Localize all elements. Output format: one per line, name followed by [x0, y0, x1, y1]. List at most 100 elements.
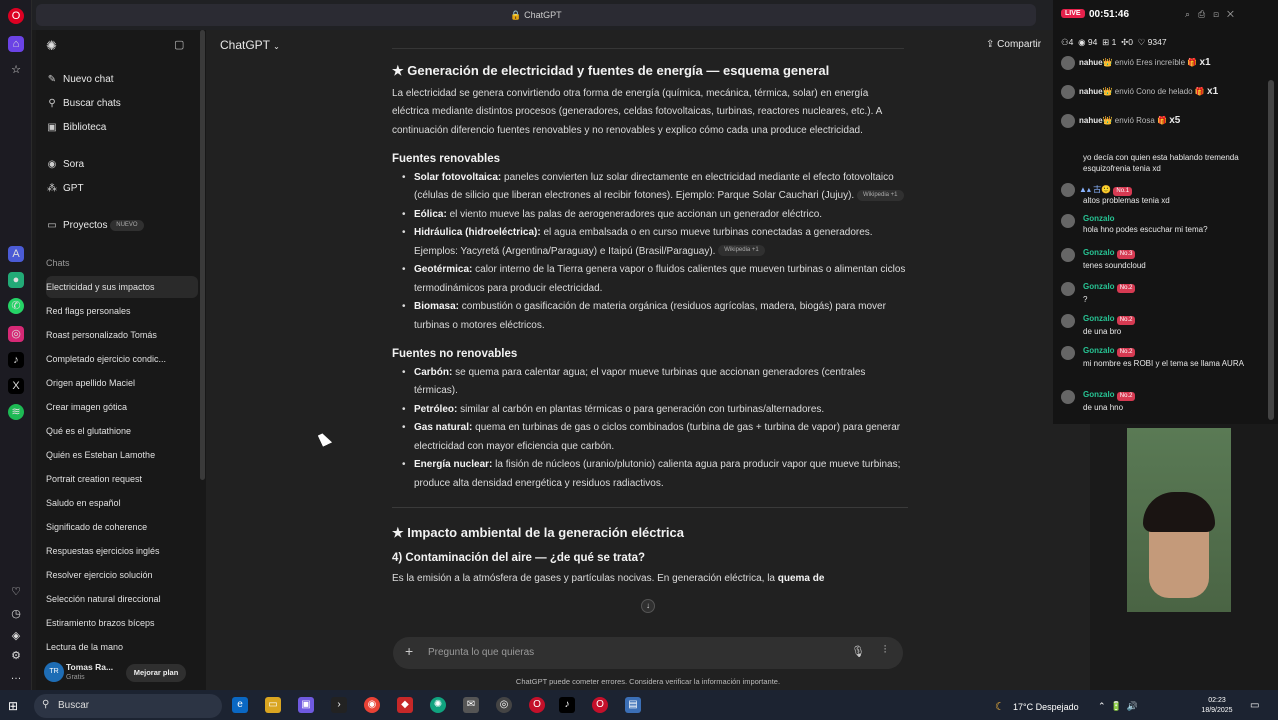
item-term: Energía nuclear:: [414, 459, 493, 470]
file-explorer-icon[interactable]: ▭: [265, 697, 281, 713]
app-icon[interactable]: ◆: [397, 697, 413, 713]
microphone-icon[interactable]: 🎙: [851, 645, 865, 658]
opera-icon[interactable]: O: [529, 697, 545, 713]
renewable-item: Eólica: el viento mueve las palas de aer…: [392, 206, 908, 225]
share-button[interactable]: ⇪ Compartir: [986, 39, 1041, 50]
chatgpt-icon[interactable]: ✺: [430, 697, 446, 713]
gift-icon: ⊞: [1102, 37, 1110, 47]
chat-history-item[interactable]: Resolver ejercicio solución: [46, 564, 198, 586]
library-icon: ▣: [47, 122, 57, 133]
app-icon[interactable]: ◎: [496, 697, 512, 713]
avatar: [1061, 85, 1075, 99]
composer[interactable]: + Pregunta lo que quieras 🎙 ⫶: [393, 637, 903, 669]
opera-logo-icon[interactable]: O: [8, 8, 24, 24]
star-icon[interactable]: ☆: [8, 62, 24, 78]
notifications-icon[interactable]: ▭: [1250, 700, 1259, 711]
new-chat-button[interactable]: ✎ Nuevo chat: [46, 70, 114, 90]
edge-icon[interactable]: e: [232, 697, 248, 713]
chat-history-item[interactable]: Portrait creation request: [46, 468, 198, 490]
stat-value: 4: [1068, 37, 1074, 47]
viewers-icon: ⚇: [1061, 37, 1069, 47]
library-button[interactable]: ▣ Biblioteca: [46, 118, 106, 138]
chat-history-item[interactable]: Quién es Esteban Lamothe: [46, 444, 198, 466]
chat-history-item[interactable]: Qué es el glutathione: [46, 420, 198, 442]
windows-start-icon[interactable]: ⊞: [8, 699, 18, 713]
toggle-sidebar-icon[interactable]: ▢: [174, 38, 184, 51]
source-chip[interactable]: Wikipedia +1: [857, 189, 904, 201]
edit-icon: ✎: [47, 74, 57, 85]
username: Gonzalo: [1083, 314, 1115, 323]
voice-mode-icon[interactable]: ⫶: [875, 644, 895, 662]
weather-widget[interactable]: 17°C Despejado: [1013, 702, 1079, 712]
store-icon[interactable]: ▣: [298, 697, 314, 713]
system-tray[interactable]: ⌃🔋🔊: [1098, 701, 1143, 712]
scroll-down-icon[interactable]: ↓: [641, 599, 655, 613]
mail-icon[interactable]: ✉: [463, 697, 479, 713]
chat-history-item[interactable]: Respuestas ejercicios inglés: [46, 540, 198, 562]
taskbar-search[interactable]: ⚲ Buscar: [34, 694, 222, 718]
tiktok-icon[interactable]: ♪: [559, 697, 575, 713]
avatar[interactable]: TR: [44, 662, 64, 682]
prompt-input[interactable]: Pregunta lo que quieras: [428, 647, 534, 658]
time: 02:23: [1208, 697, 1226, 704]
opera-gx-icon[interactable]: O: [592, 697, 608, 713]
user-name[interactable]: Tomas Ra...: [66, 662, 113, 672]
chat-history-item[interactable]: Roast personalizado Tomás: [46, 324, 198, 346]
chat-message-text: de una bro: [1083, 327, 1122, 336]
model-name: ChatGPT: [220, 38, 270, 52]
x-icon[interactable]: X: [8, 378, 24, 394]
cube-icon[interactable]: ◈: [8, 628, 24, 644]
chat-history-item[interactable]: Lectura de la mano: [46, 636, 198, 658]
last-bold: quema de: [777, 573, 825, 584]
nonrenewables-list: Carbón: se quema para calentar agua; el …: [392, 364, 908, 494]
rank-badge: No.2: [1116, 348, 1136, 357]
more-icon[interactable]: …: [8, 668, 24, 684]
live-controls[interactable]: ⌕⎙⊡✕: [1185, 9, 1242, 20]
username: nahue👑: [1079, 116, 1113, 126]
history-icon[interactable]: ◷: [8, 606, 24, 622]
upgrade-plan-button[interactable]: Mejorar plan: [126, 664, 186, 682]
tiktok-icon[interactable]: ♪: [8, 352, 24, 368]
chat-history-item[interactable]: Red flags personales: [46, 300, 198, 322]
chat-history-item[interactable]: Origen apellido Maciel: [46, 372, 198, 394]
intro-paragraph: La electricidad se genera convirtiendo o…: [392, 87, 882, 136]
avatar: [1061, 314, 1075, 328]
chat-history-item[interactable]: Saludo en español: [46, 492, 198, 514]
whatsapp-icon[interactable]: ✆: [8, 298, 24, 314]
stat-value: 94: [1087, 37, 1098, 47]
source-chip[interactable]: Wikipedia +1: [718, 245, 765, 257]
messenger-icon[interactable]: ●: [8, 272, 24, 288]
chat-history-item[interactable]: Crear imagen gótica: [46, 396, 198, 418]
chrome-icon[interactable]: ◉: [364, 697, 380, 713]
openai-logo-icon[interactable]: ✺: [46, 38, 57, 54]
address-bar[interactable]: 🔒 ChatGPT: [36, 4, 1036, 26]
settings-icon[interactable]: ⚙: [8, 648, 24, 664]
gpt-button[interactable]: ⁂ GPT: [46, 179, 84, 199]
nonrenewable-item: Carbón: se quema para calentar agua; el …: [392, 364, 908, 401]
home-icon[interactable]: ⌂: [8, 36, 24, 52]
sidebar-scrollbar[interactable]: [200, 30, 205, 480]
chat-history-item[interactable]: Electricidad y sus impactos: [46, 276, 198, 298]
search-chats-button[interactable]: ⚲ Buscar chats: [46, 94, 120, 114]
instagram-icon[interactable]: ◎: [8, 326, 24, 342]
heart-icon[interactable]: ♡: [8, 584, 24, 600]
chat-history-item[interactable]: Estiramiento brazos bíceps: [46, 612, 198, 634]
chat-history-item[interactable]: Significado de coherence: [46, 516, 198, 538]
chat-history-item[interactable]: Completado ejercicio condic...: [46, 348, 198, 370]
model-selector[interactable]: ChatGPT ⌄: [220, 38, 280, 52]
item-term: Eólica:: [414, 208, 447, 220]
projects-button[interactable]: ▭ Proyectos NUEVO: [46, 216, 144, 236]
plus-icon[interactable]: +: [405, 643, 413, 659]
chats-heading: Chats: [46, 258, 70, 268]
app-icon[interactable]: A: [8, 246, 24, 262]
live-scrollbar[interactable]: [1268, 80, 1274, 420]
app-icon[interactable]: ▤: [625, 697, 641, 713]
chat-history-item[interactable]: Selección natural direccional: [46, 588, 198, 610]
stat-value: 1: [1111, 37, 1117, 47]
spotify-icon[interactable]: ≋: [8, 404, 24, 420]
sora-button[interactable]: ◉ Sora: [46, 155, 85, 175]
gift-message: nahue👑 envió Rosa 🎁 x5: [1061, 114, 1180, 128]
user-badges-icon: ▲▴ 古🙂: [1079, 185, 1112, 195]
clock[interactable]: 02:23 18/9/2025: [1196, 696, 1238, 716]
terminal-icon[interactable]: ›: [331, 697, 347, 713]
